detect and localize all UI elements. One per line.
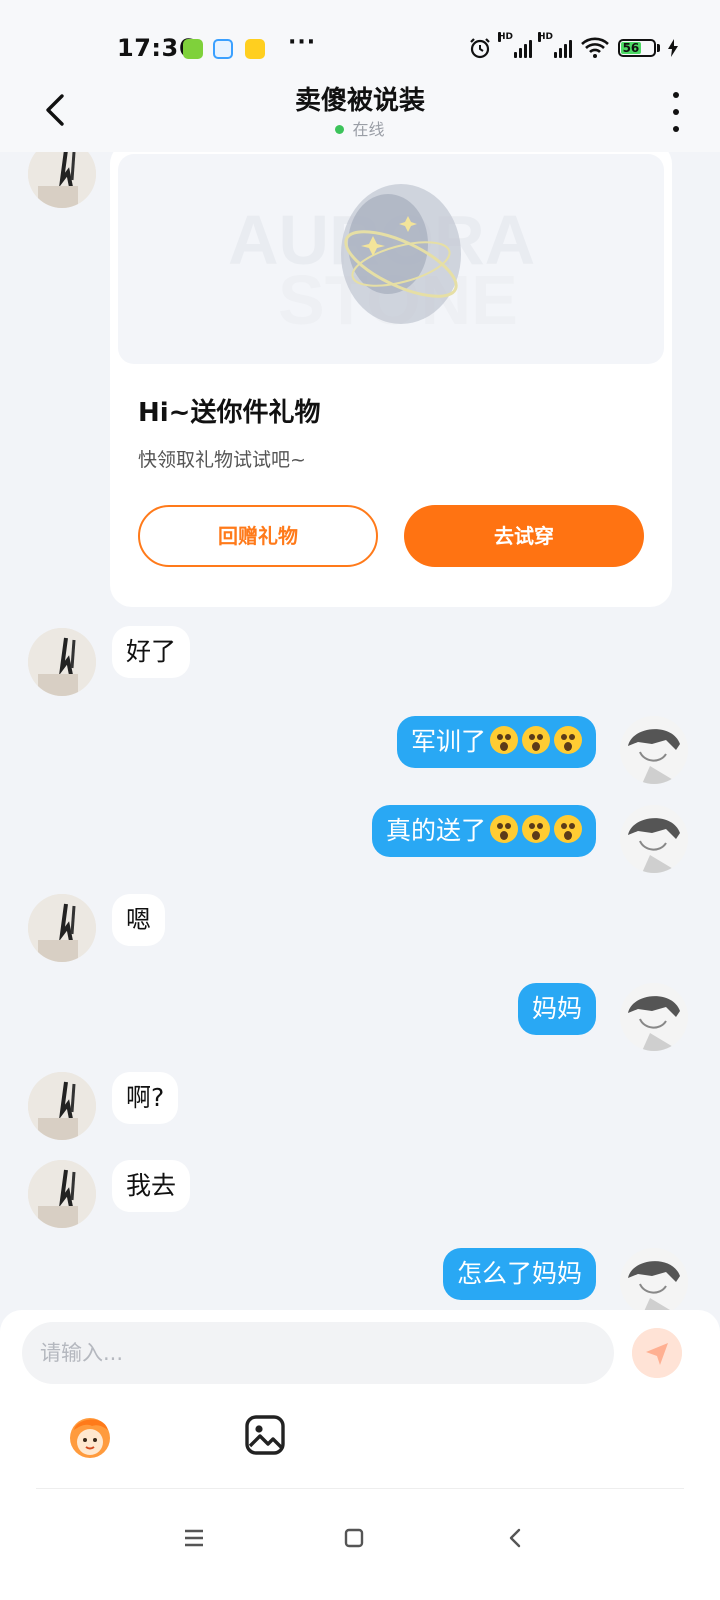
gift-title: Hi~送你件礼物: [138, 398, 321, 428]
chat-header: 卖傻被说装 在线: [0, 70, 720, 152]
scream-emoji-icon: [490, 726, 518, 754]
try-on-button[interactable]: 去试穿: [404, 505, 644, 567]
message-input-container[interactable]: [22, 1322, 614, 1384]
message-text: 怎么了妈妈: [456, 1259, 582, 1288]
wifi-icon: [581, 37, 609, 58]
contact-avatar[interactable]: [28, 1160, 96, 1228]
message-bubble-incoming[interactable]: 好了: [112, 626, 191, 678]
alarm-icon: [470, 38, 490, 59]
chat-messages[interactable]: AURORA STONE Hi~送你件礼物 快领取礼物试试吧~ 回赠礼物 去试穿…: [0, 152, 720, 1310]
message-text: 真的送了: [385, 816, 486, 845]
more-notifications-icon: ···: [288, 30, 317, 55]
divider: [36, 1488, 684, 1489]
contact-avatar[interactable]: [28, 152, 96, 208]
home-nav-icon[interactable]: [334, 1518, 374, 1558]
message-bubble-incoming[interactable]: 啊?: [112, 1072, 179, 1124]
input-panel: [0, 1310, 720, 1600]
my-avatar[interactable]: [620, 716, 688, 784]
contact-avatar[interactable]: [28, 894, 96, 962]
sticker-icon[interactable]: [64, 1410, 116, 1462]
back-nav-icon[interactable]: [496, 1518, 536, 1558]
message-text: 军训了: [410, 727, 486, 756]
my-avatar[interactable]: [620, 983, 688, 1051]
message-bubble-incoming[interactable]: 我去: [112, 1160, 191, 1212]
menu-nav-icon[interactable]: [174, 1518, 214, 1558]
online-dot-icon: [335, 125, 345, 134]
signal-icon: HD: [498, 32, 532, 58]
message-bubble-incoming[interactable]: 嗯: [112, 894, 166, 946]
my-avatar[interactable]: [620, 805, 688, 873]
scream-emoji-icon: [522, 726, 550, 754]
image-icon[interactable]: [244, 1414, 286, 1456]
scream-emoji-icon: [554, 726, 582, 754]
message-text: 好了: [126, 637, 177, 666]
gift-image[interactable]: AURORA STONE: [118, 154, 664, 364]
contact-avatar[interactable]: [28, 1072, 96, 1140]
send-button[interactable]: [632, 1328, 682, 1378]
return-gift-button[interactable]: 回赠礼物: [138, 505, 378, 567]
message-input[interactable]: [22, 1322, 614, 1384]
message-bubble-outgoing[interactable]: 妈妈: [517, 983, 596, 1035]
message-text: 嗯: [126, 905, 152, 934]
my-avatar[interactable]: [620, 1248, 688, 1310]
more-options-button[interactable]: [668, 92, 684, 132]
online-status: 在线: [0, 116, 720, 140]
signal-icon: HD: [538, 32, 572, 58]
battery-icon: 56: [618, 39, 660, 57]
scream-emoji-icon: [490, 815, 518, 843]
message-text: 我去: [126, 1171, 177, 1200]
scream-emoji-icon: [554, 815, 582, 843]
battery-level: 56: [621, 41, 641, 55]
message-text: 妈妈: [531, 994, 582, 1023]
gift-card: AURORA STONE Hi~送你件礼物 快领取礼物试试吧~ 回赠礼物 去试穿: [110, 152, 672, 607]
wechat-notification-icon: [183, 39, 203, 59]
message-bubble-outgoing[interactable]: 真的送了: [371, 805, 596, 857]
message-text: 啊?: [126, 1083, 165, 1112]
gift-subtitle: 快领取礼物试试吧~: [138, 449, 306, 471]
online-status-label: 在线: [352, 120, 385, 139]
hd-label: HD: [498, 32, 514, 42]
message-bubble-outgoing[interactable]: 怎么了妈妈: [442, 1248, 596, 1300]
message-bubble-outgoing[interactable]: 军训了: [396, 716, 596, 768]
meituan-notification-icon: [245, 39, 265, 59]
scream-emoji-icon: [522, 815, 550, 843]
hd-label: HD: [538, 32, 554, 42]
browser-notification-icon: [213, 39, 233, 59]
chat-title: 卖傻被说装: [294, 86, 425, 116]
contact-avatar[interactable]: [28, 628, 96, 696]
charging-icon: [668, 39, 678, 57]
